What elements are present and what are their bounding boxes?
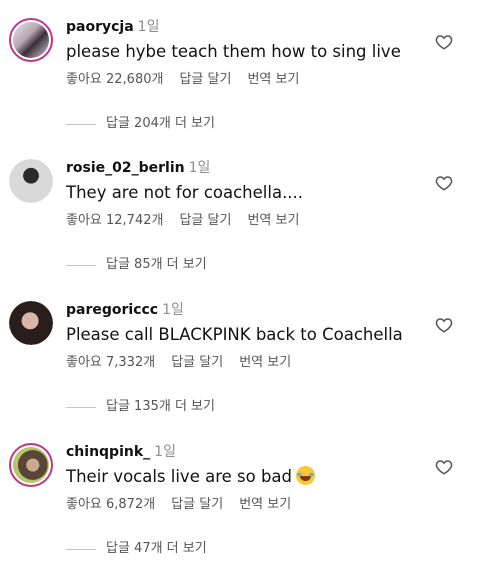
comment-actions: 좋아요 6,872개 답글 달기 번역 보기 [66,497,307,513]
divider [66,264,96,266]
username[interactable]: rosie_02_berlin [66,160,185,176]
avatar[interactable] [9,301,53,345]
comment-actions: 좋아요 7,332개 답글 달기 번역 보기 [66,355,307,371]
heart-icon[interactable] [435,33,453,51]
like-count[interactable]: 좋아요 6,872개 [66,497,155,512]
timestamp: 1일 [137,19,160,35]
like-count[interactable]: 좋아요 7,332개 [66,355,155,370]
view-replies-button[interactable]: 답글 204개 더 보기 [66,116,215,132]
reply-button[interactable]: 답글 달기 [171,355,223,370]
heart-icon[interactable] [435,316,453,334]
view-replies-button[interactable]: 답글 47개 더 보기 [66,541,207,557]
like-count[interactable]: 좋아요 22,680개 [66,72,163,87]
view-replies-label: 답글 47개 더 보기 [106,541,207,556]
view-replies-label: 답글 135개 더 보기 [106,399,215,414]
timestamp: 1일 [188,160,211,176]
translate-button[interactable]: 번역 보기 [247,72,299,87]
comment-text: Their vocals live are so bad [66,466,316,488]
comment-header: paregoriccc 1일 [66,301,184,319]
reply-button[interactable]: 답글 달기 [179,213,231,228]
comment-header: paorycja 1일 [66,18,159,36]
avatar[interactable] [9,18,53,62]
comment-header: chinqpink_ 1일 [66,443,176,461]
translate-button[interactable]: 번역 보기 [247,213,299,228]
translate-button[interactable]: 번역 보기 [239,355,291,370]
translate-button[interactable]: 번역 보기 [239,497,291,512]
reply-button[interactable]: 답글 달기 [171,497,223,512]
like-count[interactable]: 좋아요 12,742개 [66,213,163,228]
comment-text: please hybe teach them how to sing live [66,42,401,61]
username[interactable]: paregoriccc [66,302,158,318]
username[interactable]: paorycja [66,19,134,35]
avatar[interactable] [9,159,53,203]
comment-actions: 좋아요 12,742개 답글 달기 번역 보기 [66,213,315,229]
comment-text: Please call BLACKPINK back to Coachella [66,325,403,344]
timestamp: 1일 [154,444,176,460]
view-replies-button[interactable]: 답글 85개 더 보기 [66,257,207,273]
view-replies-button[interactable]: 답글 135개 더 보기 [66,399,215,415]
face-with-tears-of-joy-icon [296,466,316,485]
heart-icon[interactable] [435,174,453,192]
divider [66,406,96,408]
view-replies-label: 답글 85개 더 보기 [106,257,207,272]
comment-text: They are not for coachella.... [66,183,304,202]
heart-icon[interactable] [435,458,453,476]
reply-button[interactable]: 답글 달기 [179,72,231,87]
divider [66,548,96,550]
view-replies-label: 답글 204개 더 보기 [106,116,215,131]
comment-actions: 좋아요 22,680개 답글 달기 번역 보기 [66,72,315,88]
timestamp: 1일 [162,302,184,318]
avatar[interactable] [9,443,53,487]
comment-text-content: Their vocals live are so bad [66,467,293,486]
divider [66,123,96,125]
comment-header: rosie_02_berlin 1일 [66,159,210,177]
username[interactable]: chinqpink_ [66,444,150,460]
